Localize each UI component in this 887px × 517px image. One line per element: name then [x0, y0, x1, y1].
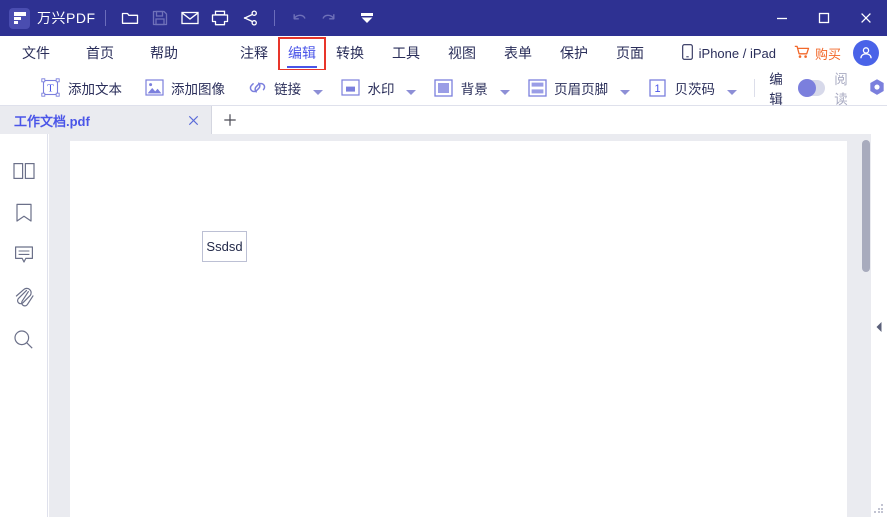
menu-view[interactable]: 视图 [448, 36, 476, 70]
add-text-button[interactable]: T 添加文本 [41, 70, 122, 106]
link-dropdown-caret-icon[interactable] [313, 89, 324, 95]
minimize-button[interactable] [761, 0, 803, 36]
share-icon[interactable] [235, 0, 265, 36]
redo-icon[interactable] [314, 0, 344, 36]
add-image-icon [144, 78, 164, 98]
attachment-panel-icon[interactable] [11, 284, 37, 310]
shopping-cart-icon [794, 45, 810, 62]
close-button[interactable] [845, 0, 887, 36]
mobile-device-icon [681, 43, 693, 63]
save-icon[interactable] [145, 0, 175, 36]
header-footer-icon [527, 78, 547, 98]
watermark-button[interactable]: 水印 [340, 70, 417, 106]
edit-read-mode-toggle[interactable]: 编辑 阅读 [769, 68, 854, 108]
header-footer-label: 页眉页脚 [554, 81, 609, 97]
read-mode-label: 阅读 [834, 71, 848, 107]
menu-edit-active-underline [287, 66, 317, 68]
window-controls [761, 0, 887, 36]
mode-switch[interactable] [798, 78, 826, 97]
iphone-ipad-label: iPhone / iPad [698, 45, 776, 61]
menu-right-group: iPhone / iPad 购买 [681, 36, 879, 70]
add-image-button[interactable]: 添加图像 [144, 70, 225, 106]
menu-comment[interactable]: 注释 [240, 36, 268, 70]
app-window: 万兴PDF 文件 首页 帮助 注释 编辑 转换 工具 视图 表单 保护 页面 i… [0, 0, 887, 517]
search-panel-icon[interactable] [11, 326, 37, 352]
background-button[interactable]: 背景 [434, 70, 510, 106]
watermark-label: 水印 [367, 81, 395, 97]
bates-number-icon: 1 [647, 78, 667, 98]
new-tab-button[interactable] [212, 106, 248, 134]
menu-bar: 文件 首页 帮助 注释 编辑 转换 工具 视图 表单 保护 页面 iPhone … [0, 36, 887, 71]
bates-number-label: 贝茨码 [674, 81, 715, 97]
bates-number-button[interactable]: 1 贝茨码 [647, 70, 737, 106]
header-footer-button[interactable]: 页眉页脚 [527, 70, 631, 106]
watermark-icon [340, 78, 360, 98]
text-object-selected[interactable]: Ssdsd [202, 231, 247, 262]
open-folder-icon[interactable] [115, 0, 145, 36]
tab-strip-filler [248, 106, 887, 134]
link-button[interactable]: 链接 [247, 70, 324, 106]
main-body: Ssdsd [0, 134, 887, 517]
document-tab-title: 工作文档.pdf [14, 113, 90, 129]
menu-convert[interactable]: 转换 [336, 36, 364, 70]
print-icon[interactable] [205, 0, 235, 36]
add-image-label: 添加图像 [171, 81, 226, 97]
bookmark-panel-icon[interactable] [11, 200, 37, 226]
edit-mode-label: 编辑 [769, 71, 783, 107]
pdf-page[interactable]: Ssdsd [70, 141, 847, 517]
document-tab[interactable]: 工作文档.pdf [0, 106, 212, 134]
menu-tool[interactable]: 工具 [392, 36, 420, 70]
add-text-icon: T [41, 78, 61, 98]
more-dropdown-icon[interactable] [352, 0, 382, 36]
watermark-dropdown-caret-icon[interactable] [406, 89, 417, 95]
settings-hexagon-icon [867, 78, 887, 98]
toolbar-divider [754, 78, 756, 97]
background-icon [434, 78, 454, 98]
buy-label: 购买 [814, 46, 841, 62]
header-footer-dropdown-caret-icon[interactable] [620, 89, 631, 95]
document-canvas[interactable]: Ssdsd [49, 134, 887, 517]
menu-form[interactable]: 表单 [504, 36, 532, 70]
titlebar-divider [104, 10, 106, 26]
window-resize-grip[interactable] [874, 504, 884, 514]
left-sidebar [0, 134, 48, 517]
add-text-label: 添加文本 [67, 81, 122, 97]
svg-text:T: T [48, 83, 55, 95]
menu-edit[interactable]: 编辑 [278, 36, 326, 71]
right-panel-collapse-arrow-icon[interactable] [873, 320, 885, 334]
menu-edit-label: 编辑 [288, 45, 316, 61]
menu-home[interactable]: 首页 [86, 36, 114, 70]
menu-help[interactable]: 帮助 [150, 36, 178, 70]
thumbnail-panel-icon[interactable] [11, 158, 37, 184]
app-brand-name: 万兴PDF [37, 10, 96, 26]
background-label: 背景 [460, 81, 488, 97]
link-icon [247, 78, 267, 98]
background-dropdown-caret-icon[interactable] [499, 89, 510, 95]
settings-hexagon-button[interactable] [867, 70, 887, 106]
maximize-button[interactable] [803, 0, 845, 36]
title-bar: 万兴PDF [0, 0, 887, 36]
iphone-ipad-button[interactable]: iPhone / iPad [681, 43, 776, 63]
bates-number-dropdown-caret-icon[interactable] [726, 89, 737, 95]
svg-text:1: 1 [654, 83, 660, 95]
edit-toolbar: T 添加文本 添加图像 链接 水印 背景 页眉页脚 1 贝茨码 编辑 阅读 [0, 68, 887, 108]
email-icon[interactable] [175, 0, 205, 36]
menu-page[interactable]: 页面 [616, 36, 644, 70]
undo-icon[interactable] [284, 0, 314, 36]
menu-file[interactable]: 文件 [22, 36, 50, 70]
buy-button[interactable]: 购买 [794, 44, 841, 63]
user-avatar[interactable] [853, 40, 879, 66]
menu-protect[interactable]: 保护 [560, 36, 588, 70]
titlebar-divider-2 [273, 10, 275, 26]
document-tab-strip: 工作文档.pdf [0, 106, 887, 134]
text-object-value: Ssdsd [206, 239, 243, 254]
comment-panel-icon[interactable] [11, 242, 37, 268]
app-logo-icon [9, 7, 30, 29]
mode-switch-knob [798, 78, 817, 97]
vertical-scrollbar-thumb[interactable] [862, 140, 870, 272]
link-label: 链接 [274, 81, 302, 97]
close-tab-icon[interactable] [185, 112, 201, 128]
